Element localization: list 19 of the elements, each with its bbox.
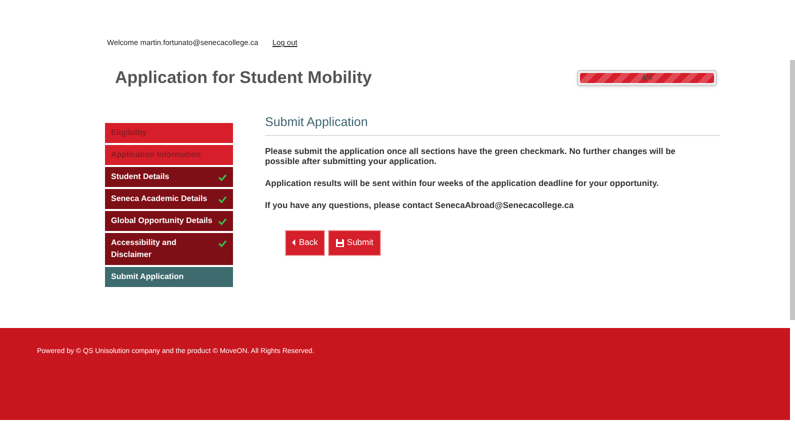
chevron-left-icon: [292, 239, 296, 246]
page-title: Application for Student Mobility: [115, 67, 372, 90]
checkmark-icon: [218, 174, 227, 181]
progress-label: 4/4: [641, 72, 653, 84]
sidebar-item[interactable]: Seneca Academic Details: [105, 188, 233, 209]
sidebar-item[interactable]: Accessibility and Disclaimer: [105, 232, 233, 265]
sidebar-item[interactable]: Global Opportunity Details: [105, 210, 233, 231]
section-heading: Submit Application: [265, 112, 720, 136]
checkmark-icon: [218, 218, 227, 225]
back-button[interactable]: Back: [285, 230, 325, 256]
info-paragraph: If you have any questions, please contact SenecaAbroad@Senecacollege.ca: [265, 200, 575, 210]
sidebar-item[interactable]: Student Details: [105, 166, 233, 187]
submit-button[interactable]: Submit: [328, 230, 382, 256]
info-paragraph: Please submit the application once all sections have the green checkmark. No further changes will be possible after submitting your application.: [265, 146, 676, 166]
save-icon: [336, 238, 344, 246]
checkmark-icon: [218, 240, 227, 247]
checkmark-icon: [218, 196, 227, 203]
sidebar-item[interactable]: Submit Application: [105, 266, 233, 287]
info-paragraph: Application results will be sent within four weeks of the application deadline for your opportunity.: [265, 178, 660, 188]
